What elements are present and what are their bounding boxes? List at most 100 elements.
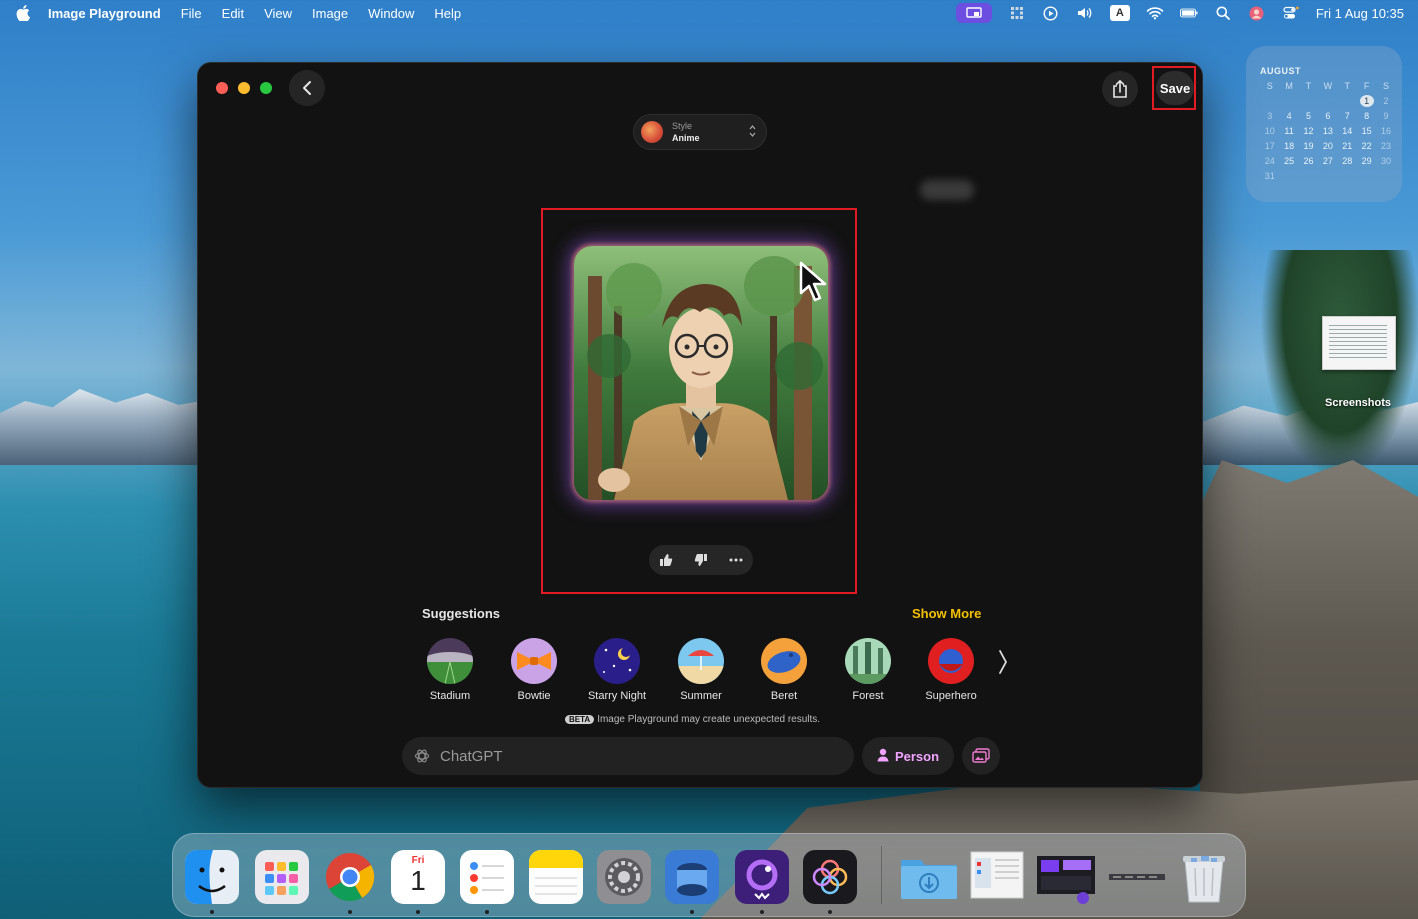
- dock-finder-icon[interactable]: [185, 850, 239, 904]
- summer-icon: [678, 638, 724, 684]
- dock-notes-icon[interactable]: [529, 850, 583, 904]
- suggestion-label: Superhero: [925, 690, 977, 702]
- dock-running-indicator: [348, 910, 352, 914]
- show-more-link[interactable]: Show More: [912, 606, 981, 621]
- calendar-today: 1: [1359, 95, 1374, 107]
- calendar-day: 15: [1361, 126, 1372, 136]
- dock-reminders-icon[interactable]: [460, 850, 514, 904]
- menu-bar-clock[interactable]: Fri 1 Aug 10:35: [1316, 6, 1404, 21]
- add-photo-button[interactable]: [962, 737, 1000, 775]
- calendar-weekday: T: [1344, 81, 1351, 91]
- dock-launchpad-icon[interactable]: [255, 850, 309, 904]
- calendar-day: 13: [1322, 126, 1333, 136]
- suggestion-summer[interactable]: Summer: [661, 638, 741, 702]
- menu-view[interactable]: View: [264, 6, 292, 21]
- dock-trash-icon[interactable]: [1177, 850, 1231, 904]
- calendar-day: 18: [1284, 141, 1295, 151]
- dock-document-stack-icon[interactable]: [967, 850, 1024, 904]
- calendar-day: [1357, 170, 1376, 182]
- suggestion-starry-night[interactable]: Starry Night: [577, 638, 657, 702]
- calendar-day: 23: [1381, 141, 1392, 151]
- style-picker-label: Style: [672, 121, 693, 131]
- apple-logo-icon[interactable]: [16, 5, 30, 22]
- beta-disclaimer: BETA Image Playground may create unexpect…: [565, 714, 820, 725]
- suggestion-stadium[interactable]: Stadium: [410, 638, 490, 702]
- calendar-weekday: W: [1323, 81, 1333, 91]
- screenshots-file-label[interactable]: Screenshots: [1310, 397, 1406, 409]
- dock-calendar-icon[interactable]: Fri 1: [391, 850, 445, 904]
- suggestions-title: Suggestions: [422, 606, 501, 621]
- forest-icon: [845, 638, 891, 684]
- starry-night-icon: [594, 638, 640, 684]
- menu-app-name[interactable]: Image Playground: [48, 6, 161, 21]
- thumbs-up-icon[interactable]: [654, 548, 678, 572]
- stadium-icon: [427, 638, 473, 684]
- desktop-wallpaper-mountains-left: [0, 389, 210, 465]
- save-button[interactable]: Save: [1156, 71, 1194, 105]
- dock-preview-icon[interactable]: [665, 850, 719, 904]
- calendar-day: 21: [1342, 141, 1353, 151]
- thumbs-down-icon[interactable]: [689, 548, 713, 572]
- dock-running-indicator: [416, 910, 420, 914]
- window-zoom-button[interactable]: [260, 82, 272, 94]
- calendar-day: 22: [1361, 141, 1372, 151]
- menu-edit[interactable]: Edit: [222, 6, 244, 21]
- blurred-element: [920, 180, 974, 200]
- qr-grid-icon[interactable]: [1008, 6, 1026, 20]
- style-picker[interactable]: Style Anime: [633, 114, 767, 150]
- calendar-day: 8: [1364, 111, 1370, 121]
- battery-icon[interactable]: [1179, 6, 1198, 20]
- calendar-day: 6: [1325, 111, 1331, 121]
- anime-style-thumbnail: [641, 121, 663, 143]
- window-minimize-button[interactable]: [238, 82, 250, 94]
- calendar-day: 2: [1383, 96, 1389, 106]
- menu-image[interactable]: Image: [312, 6, 348, 21]
- calendar-day: 26: [1303, 156, 1314, 166]
- beta-badge: BETA: [565, 715, 595, 724]
- window-close-button[interactable]: [216, 82, 228, 94]
- screen-sharing-icon[interactable]: [955, 3, 992, 23]
- dock-screenshots-stack-icon[interactable]: [1035, 850, 1095, 904]
- dock-downloads-folder-icon[interactable]: [899, 850, 957, 904]
- menu-window[interactable]: Window: [368, 6, 414, 21]
- dock-screen-recorder-icon[interactable]: [735, 850, 789, 904]
- menu-help[interactable]: Help: [434, 6, 461, 21]
- dock-image-playground-icon[interactable]: [803, 850, 857, 904]
- suggestion-bowtie[interactable]: Bowtie: [494, 638, 574, 702]
- spotlight-search-icon[interactable]: [1214, 6, 1232, 20]
- wifi-icon[interactable]: [1146, 6, 1164, 20]
- calendar-widget[interactable]: AUGUST S M T W T F S 1 2 3 4 5 6 7 8 9 10 11 12 13 14 15 16 17 1…: [1246, 46, 1402, 202]
- prompt-input[interactable]: [438, 746, 822, 766]
- suggestion-label: Starry Night: [587, 690, 647, 702]
- input-source-indicator[interactable]: A: [1109, 5, 1130, 21]
- chevron-left-icon: [303, 81, 311, 95]
- calendar-day: [1260, 95, 1279, 107]
- suggestion-superhero[interactable]: Superhero: [911, 638, 991, 702]
- menu-file[interactable]: File: [181, 6, 202, 21]
- chevron-right-icon[interactable]: [998, 649, 1008, 682]
- calendar-day: 7: [1344, 111, 1350, 121]
- calendar-day: 28: [1342, 156, 1353, 166]
- play-circle-icon[interactable]: [1042, 5, 1060, 21]
- dock-minimized-window-icon[interactable]: [1107, 850, 1165, 904]
- person-button[interactable]: Person: [862, 737, 954, 775]
- dock-chrome-icon[interactable]: [323, 850, 377, 904]
- volume-icon[interactable]: [1076, 6, 1094, 20]
- calendar-day: 10: [1264, 126, 1275, 136]
- more-options-icon[interactable]: [724, 548, 748, 572]
- share-button[interactable]: [1102, 71, 1138, 107]
- suggestion-forest[interactable]: Forest: [828, 638, 908, 702]
- suggestion-beret[interactable]: Beret: [744, 638, 824, 702]
- mouse-pointer-icon: [799, 261, 829, 308]
- image-playground-window: Save Style Anime Suggestions Show More S…: [197, 62, 1203, 788]
- back-button[interactable]: [289, 70, 325, 106]
- prompt-field[interactable]: [402, 737, 854, 775]
- calendar-day: 9: [1383, 111, 1389, 121]
- screenshots-file-thumbnail[interactable]: [1322, 316, 1396, 370]
- dock-system-settings-icon[interactable]: [597, 850, 651, 904]
- control-center-icon[interactable]: [1282, 6, 1300, 20]
- user-account-icon[interactable]: [1248, 6, 1266, 20]
- calendar-day: 29: [1361, 156, 1372, 166]
- person-button-label: Person: [894, 748, 940, 764]
- generated-image[interactable]: [574, 246, 828, 500]
